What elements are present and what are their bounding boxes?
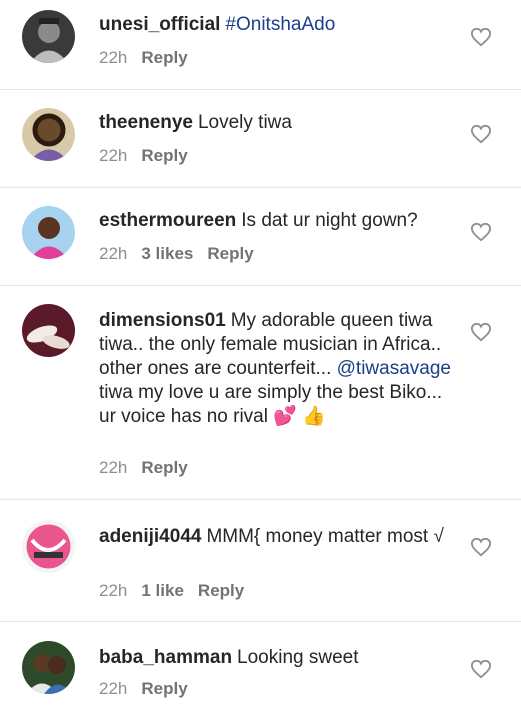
comment-meta: 22h Reply: [99, 679, 188, 699]
heart-icon[interactable]: [470, 124, 492, 144]
comment-time: 22h: [99, 146, 128, 165]
hashtag-link[interactable]: #OnitshaAdo: [225, 14, 335, 35]
avatar[interactable]: [22, 304, 75, 357]
avatar[interactable]: [22, 641, 75, 694]
comment-text: Looking sweet: [237, 647, 359, 668]
username-link[interactable]: theenenye: [99, 112, 193, 133]
comments-list: unesi_official #OnitshaAdo 22h Reply thee…: [0, 0, 521, 720]
avatar[interactable]: [22, 206, 75, 259]
avatar[interactable]: [22, 10, 75, 63]
likes-count[interactable]: 1 like: [141, 581, 184, 601]
comment-meta: 22h Reply: [99, 48, 188, 68]
comment-meta: 22h 3 likes Reply: [99, 244, 254, 264]
comment-meta: 22h Reply: [99, 146, 188, 166]
likes-count[interactable]: 3 likes: [141, 244, 193, 264]
reply-button[interactable]: Reply: [141, 146, 187, 166]
username-link[interactable]: adeniji4044: [99, 526, 201, 547]
heart-icon[interactable]: [470, 222, 492, 242]
comment-body: esthermoureen Is dat ur night gown?: [99, 209, 459, 233]
comment-text: MMM{ money matter most √: [206, 526, 444, 547]
comment-meta: 22h 1 like Reply: [99, 581, 244, 601]
heart-icon[interactable]: [470, 659, 492, 679]
comment-text: Lovely tiwa: [197, 112, 292, 133]
comment-item: theenenye Lovely tiwa 22h Reply: [0, 90, 521, 188]
two-hearts-emoji: 💕: [273, 406, 297, 427]
comment-text: Is dat ur night gown?: [241, 210, 418, 231]
avatar[interactable]: [22, 520, 75, 573]
comment-time: 22h: [99, 244, 128, 263]
comment-time: 22h: [99, 679, 128, 698]
username-link[interactable]: dimensions01: [99, 310, 226, 331]
reply-button[interactable]: Reply: [141, 48, 187, 68]
comment-item: unesi_official #OnitshaAdo 22h Reply: [0, 0, 521, 90]
mention-link[interactable]: @tiwasavage: [337, 358, 451, 379]
comment-item: adeniji4044 MMM{ money matter most √ 22h …: [0, 500, 521, 622]
comment-text: tiwa my love u are simply the best Biko.…: [99, 382, 443, 427]
comment-body: theenenye Lovely tiwa: [99, 111, 459, 135]
comment-meta: 22h Reply: [99, 458, 188, 478]
comment-time: 22h: [99, 48, 128, 67]
comment-item: dimensions01 My adorable queen tiwa tiwa.…: [0, 286, 521, 500]
heart-icon[interactable]: [470, 27, 492, 47]
reply-button[interactable]: Reply: [141, 679, 187, 699]
reply-button[interactable]: Reply: [198, 581, 244, 601]
comment-time: 22h: [99, 458, 128, 477]
username-link[interactable]: esthermoureen: [99, 210, 236, 231]
username-link[interactable]: unesi_official: [99, 14, 220, 35]
comment-item: esthermoureen Is dat ur night gown? 22h 3…: [0, 188, 521, 286]
comment-body: dimensions01 My adorable queen tiwa tiwa.…: [99, 309, 461, 429]
reply-button[interactable]: Reply: [207, 244, 253, 264]
heart-icon[interactable]: [470, 537, 492, 557]
comment-body: unesi_official #OnitshaAdo: [99, 13, 459, 37]
heart-icon[interactable]: [470, 322, 492, 342]
comment-item: baba_hamman Looking sweet 22h Reply: [0, 622, 521, 720]
thumbs-up-emoji: 👍: [302, 406, 326, 427]
avatar[interactable]: [22, 108, 75, 161]
reply-button[interactable]: Reply: [141, 458, 187, 478]
username-link[interactable]: baba_hamman: [99, 647, 232, 668]
comment-time: 22h: [99, 581, 128, 600]
comment-body: baba_hamman Looking sweet: [99, 646, 459, 670]
comment-body: adeniji4044 MMM{ money matter most √: [99, 525, 459, 549]
